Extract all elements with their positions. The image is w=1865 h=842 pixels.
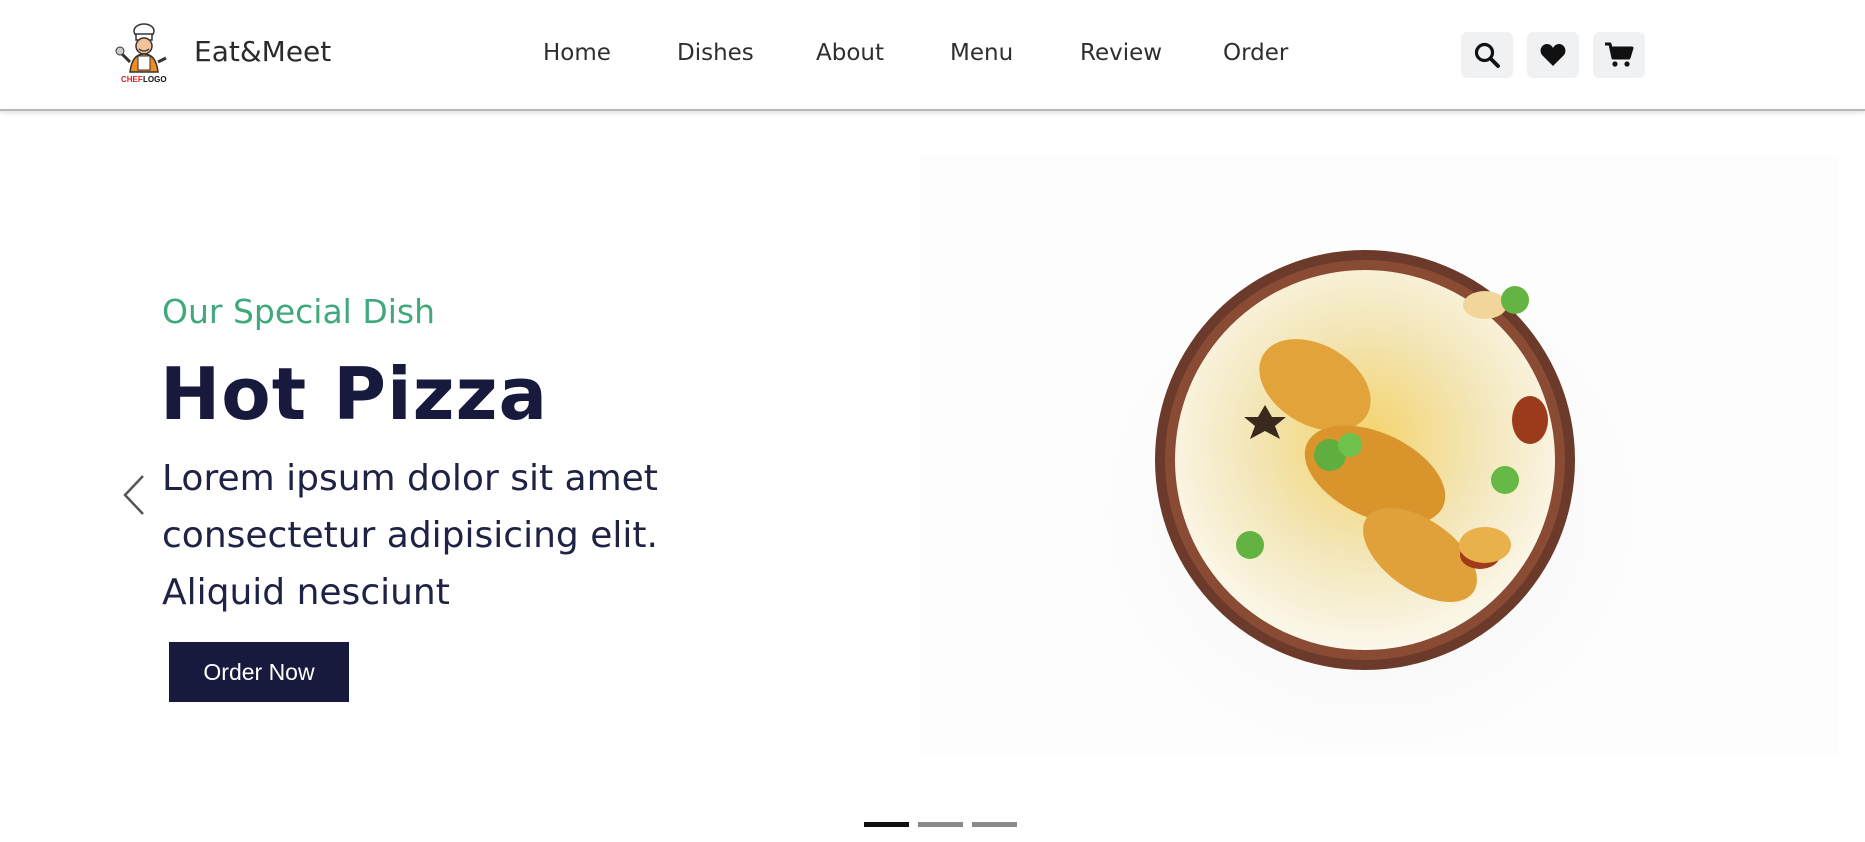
slider-dots: [864, 822, 1026, 827]
cart-icon: [1605, 42, 1634, 67]
slider-dot-2[interactable]: [918, 822, 963, 827]
main-nav: Home Dishes About Menu Review Order: [543, 40, 1303, 66]
svg-text:LOGO: LOGO: [143, 75, 167, 84]
favorites-button[interactable]: [1527, 32, 1579, 78]
slider-dot-3[interactable]: [972, 822, 1017, 827]
chef-logo[interactable]: CHEF LOGO: [114, 22, 170, 84]
nav-about[interactable]: About: [816, 40, 950, 66]
search-button[interactable]: [1461, 32, 1513, 78]
svg-text:CHEF: CHEF: [121, 75, 143, 84]
hero-subtitle: Our Special Dish: [162, 292, 436, 331]
cart-button[interactable]: [1593, 32, 1645, 78]
heart-icon: [1540, 44, 1566, 66]
nav-order[interactable]: Order: [1223, 40, 1303, 66]
dish-image: [920, 155, 1838, 755]
nav-dishes[interactable]: Dishes: [677, 40, 816, 66]
hero-description: Lorem ipsum dolor sit amet consectetur a…: [162, 458, 658, 613]
site-header: CHEF LOGO Eat&Meet Home Dishes About Men…: [0, 0, 1865, 111]
search-icon: [1474, 42, 1500, 68]
slider-dot-1[interactable]: [864, 822, 909, 827]
order-now-button[interactable]: Order Now: [169, 642, 349, 702]
nav-home[interactable]: Home: [543, 40, 677, 66]
nav-menu[interactable]: Menu: [950, 40, 1080, 66]
hero-title: Hot Pizza: [160, 352, 549, 436]
chevron-left-icon: [123, 475, 144, 515]
nav-review[interactable]: Review: [1080, 40, 1223, 66]
slider-prev-button[interactable]: [119, 472, 149, 518]
brand-name[interactable]: Eat&Meet: [194, 35, 331, 68]
